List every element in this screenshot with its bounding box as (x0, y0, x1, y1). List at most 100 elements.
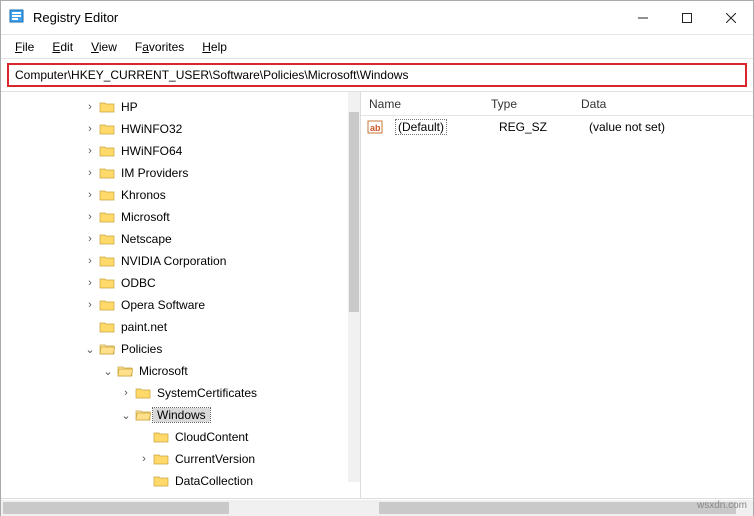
folder-icon (99, 188, 115, 202)
menu-file[interactable]: File (7, 38, 42, 56)
minimize-button[interactable] (621, 2, 665, 34)
tree-item-label: paint.net (117, 320, 167, 334)
chevron-right-icon[interactable]: › (83, 211, 97, 223)
folder-icon (153, 474, 169, 488)
chevron-right-icon[interactable]: › (83, 145, 97, 157)
tree-item-label: Khronos (117, 188, 166, 202)
chevron-right-icon[interactable]: › (119, 387, 133, 399)
svg-text:ab: ab (370, 123, 381, 133)
chevron-right-icon[interactable]: › (83, 167, 97, 179)
string-value-icon: ab (367, 119, 383, 135)
tree-item-label: IM Providers (117, 166, 188, 180)
tree-item[interactable]: › NVIDIA Corporation (5, 250, 360, 272)
chevron-right-icon[interactable]: › (83, 277, 97, 289)
tree-item[interactable]: › IM Providers (5, 162, 360, 184)
folder-icon (135, 408, 151, 422)
tree-item-label: Windows (153, 408, 210, 422)
chevron-down-icon[interactable]: ⌄ (119, 409, 133, 422)
tree-pane: › HP› HWiNFO32› HWiNFO64› IM Providers› … (1, 92, 361, 498)
tree-item-label: CloudContent (171, 430, 248, 444)
close-button[interactable] (709, 2, 753, 34)
col-header-type[interactable]: Type (491, 97, 581, 111)
chevron-right-icon[interactable]: › (83, 299, 97, 311)
tree-item[interactable]: › ODBC (5, 272, 360, 294)
tree-item[interactable]: › Khronos (5, 184, 360, 206)
col-header-name[interactable]: Name (361, 97, 491, 111)
tree-item-label: DataCollection (171, 474, 253, 488)
tree-item-label: Microsoft (135, 364, 188, 378)
list-header: Name Type Data (361, 92, 753, 116)
tree-item-label: NVIDIA Corporation (117, 254, 226, 268)
address-input[interactable]: Computer\HKEY_CURRENT_USER\Software\Poli… (7, 63, 747, 87)
tree-item-label: Microsoft (117, 210, 170, 224)
col-header-data[interactable]: Data (581, 97, 753, 111)
value-type: REG_SZ (499, 120, 589, 134)
bottombar (1, 498, 753, 516)
folder-icon (117, 364, 133, 378)
hscroll-left[interactable] (1, 500, 377, 516)
menu-edit[interactable]: Edit (44, 38, 81, 56)
tree-item[interactable]: CloudContent (5, 426, 360, 448)
folder-icon (99, 166, 115, 180)
folder-icon (99, 210, 115, 224)
folder-icon (99, 254, 115, 268)
list-rows: ab (Default) REG_SZ(value not set) (361, 116, 753, 138)
tree-item-label: ODBC (117, 276, 156, 290)
tree-item[interactable]: › SystemCertificates (5, 382, 360, 404)
window-title: Registry Editor (33, 10, 118, 25)
registry-tree[interactable]: › HP› HWiNFO32› HWiNFO64› IM Providers› … (1, 92, 360, 496)
tree-item[interactable]: › HP (5, 96, 360, 118)
addressbar: Computer\HKEY_CURRENT_USER\Software\Poli… (1, 59, 753, 92)
folder-icon (99, 276, 115, 290)
menu-help[interactable]: Help (194, 38, 235, 56)
tree-item[interactable]: DataCollection (5, 470, 360, 492)
value-name: (Default) (395, 119, 447, 135)
folder-icon (153, 452, 169, 466)
minimize-icon (638, 13, 648, 23)
folder-icon (135, 386, 151, 400)
tree-item[interactable]: › HWiNFO32 (5, 118, 360, 140)
chevron-right-icon[interactable]: › (137, 453, 151, 465)
list-row[interactable]: ab (Default) REG_SZ(value not set) (361, 116, 753, 138)
chevron-down-icon[interactable]: ⌄ (101, 365, 115, 378)
folder-icon (99, 320, 115, 334)
folder-icon (99, 122, 115, 136)
tree-item-label: HWiNFO32 (117, 122, 182, 136)
tree-item[interactable]: › Netscape (5, 228, 360, 250)
tree-item[interactable]: › Opera Software (5, 294, 360, 316)
tree-item[interactable]: › HWiNFO64 (5, 140, 360, 162)
maximize-icon (682, 13, 692, 23)
menubar: File Edit View Favorites Help (1, 35, 753, 59)
value-data: (value not set) (589, 120, 753, 134)
app-icon (9, 8, 25, 27)
maximize-button[interactable] (665, 2, 709, 34)
folder-icon (99, 342, 115, 356)
vertical-scrollbar[interactable] (348, 92, 360, 482)
chevron-right-icon[interactable]: › (83, 189, 97, 201)
chevron-right-icon[interactable]: › (83, 101, 97, 113)
tree-item-label: SystemCertificates (153, 386, 257, 400)
titlebar: Registry Editor (1, 1, 753, 35)
values-pane: Name Type Data ab (Default) REG_SZ(value n… (361, 92, 753, 498)
tree-item[interactable]: ⌄ Microsoft (5, 360, 360, 382)
folder-icon (99, 298, 115, 312)
chevron-right-icon[interactable]: › (83, 255, 97, 267)
menu-view[interactable]: View (83, 38, 125, 56)
chevron-down-icon[interactable]: ⌄ (83, 343, 97, 356)
tree-item[interactable]: paint.net (5, 316, 360, 338)
tree-item[interactable]: › CurrentVersion (5, 448, 360, 470)
tree-item-label: HP (117, 100, 138, 114)
chevron-right-icon[interactable]: › (83, 233, 97, 245)
folder-icon (153, 430, 169, 444)
tree-item[interactable]: ⌄ Policies (5, 338, 360, 360)
folder-icon (99, 232, 115, 246)
tree-item-label: Opera Software (117, 298, 205, 312)
watermark: wsxdn.com (697, 500, 747, 511)
tree-item[interactable]: ⌄ Windows (5, 404, 360, 426)
chevron-right-icon[interactable]: › (83, 123, 97, 135)
tree-item-label: Policies (117, 342, 162, 356)
scrollbar-thumb[interactable] (349, 112, 359, 312)
menu-favorites[interactable]: Favorites (127, 38, 192, 56)
tree-item[interactable]: › Microsoft (5, 206, 360, 228)
tree-item-label: CurrentVersion (171, 452, 255, 466)
